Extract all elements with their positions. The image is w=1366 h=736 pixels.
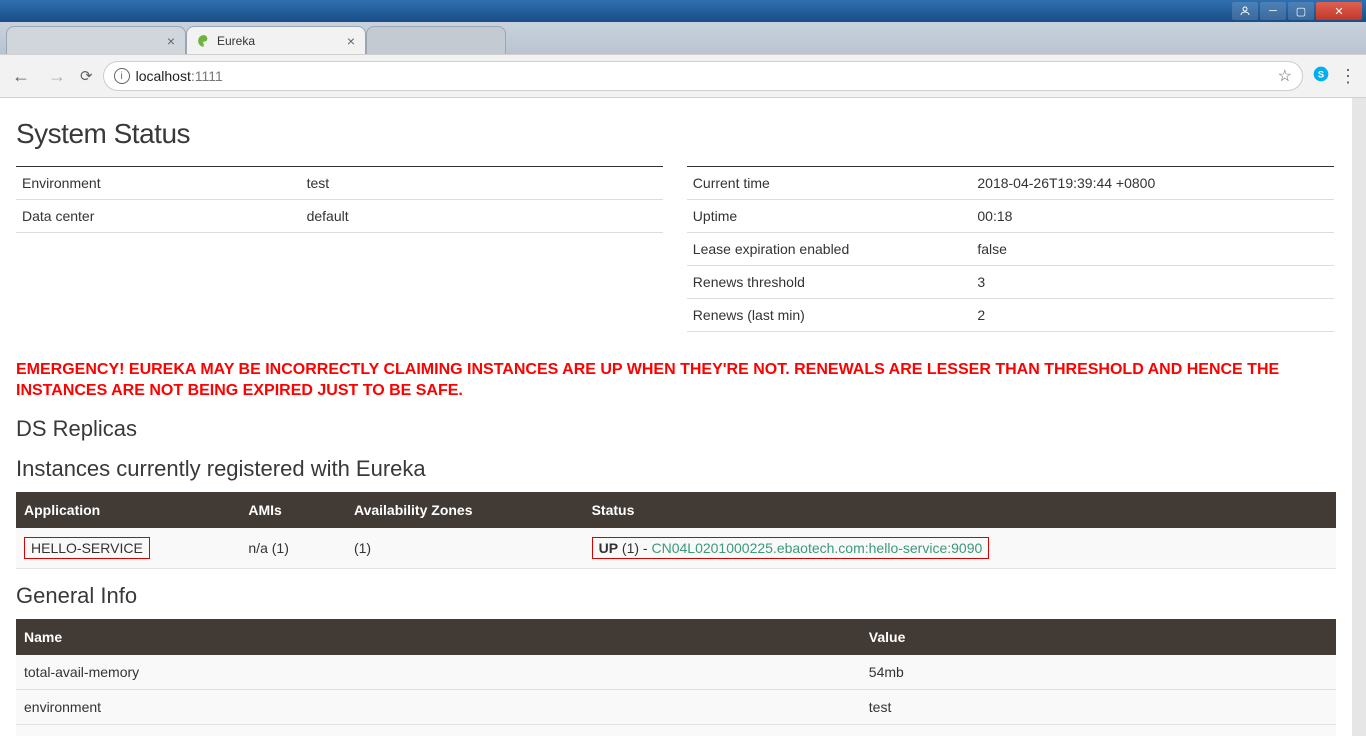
instance-link[interactable]: CN04L0201000225.ebaotech.com:hello-servi… bbox=[651, 540, 982, 556]
col-availability-zones: Availability Zones bbox=[346, 492, 584, 528]
cell-value: 4 bbox=[861, 724, 1336, 736]
status-key: Renews threshold bbox=[687, 266, 972, 299]
address-bar[interactable]: i localhost:1111 ☆ bbox=[103, 61, 1303, 91]
user-icon[interactable] bbox=[1232, 2, 1258, 20]
url-path: :1111 bbox=[191, 68, 223, 84]
close-icon[interactable]: × bbox=[347, 33, 355, 49]
cell-status: UP (1) - CN04L0201000225.ebaotech.com:he… bbox=[584, 528, 1336, 569]
col-amis: AMIs bbox=[240, 492, 346, 528]
table-row: Uptime00:18 bbox=[687, 200, 1334, 233]
emergency-warning: EMERGENCY! EUREKA MAY BE INCORRECTLY CLA… bbox=[16, 360, 1336, 402]
table-row: num-of-cpus4 bbox=[16, 724, 1336, 736]
table-row: HELLO-SERVICE n/a (1)(1) UP (1) - CN04L020… bbox=[16, 528, 1336, 569]
browser-tab[interactable]: × bbox=[6, 26, 186, 54]
table-row: Environmenttest bbox=[16, 167, 663, 200]
col-status: Status bbox=[584, 492, 1336, 528]
page-title: System Status bbox=[16, 118, 1336, 150]
tab-title: Eureka bbox=[217, 34, 255, 48]
table-row: total-avail-memory54mb bbox=[16, 655, 1336, 690]
instances-table: Application AMIs Availability Zones Stat… bbox=[16, 492, 1336, 569]
status-highlight: UP (1) - CN04L0201000225.ebaotech.com:he… bbox=[592, 537, 990, 559]
status-value: 2 bbox=[971, 299, 1333, 332]
status-value: test bbox=[301, 167, 663, 200]
cell-name: num-of-cpus bbox=[16, 724, 861, 736]
table-row: Renews (last min)2 bbox=[687, 299, 1334, 332]
status-key: Environment bbox=[16, 167, 301, 200]
status-value: false bbox=[971, 233, 1333, 266]
reload-button[interactable]: ⟳ bbox=[80, 67, 93, 85]
status-key: Lease expiration enabled bbox=[687, 233, 972, 266]
maximize-button[interactable]: ▢ bbox=[1288, 2, 1314, 20]
application-name-highlight: HELLO-SERVICE bbox=[24, 537, 150, 559]
cell-value: 54mb bbox=[861, 655, 1336, 690]
skype-extension-icon[interactable]: S bbox=[1313, 66, 1329, 87]
close-button[interactable]: ✕ bbox=[1316, 2, 1362, 20]
table-row: Data centerdefault bbox=[16, 200, 663, 233]
scrollbar-track[interactable] bbox=[1352, 98, 1366, 736]
back-button[interactable]: ← bbox=[8, 66, 34, 87]
status-key: Uptime bbox=[687, 200, 972, 233]
status-key: Data center bbox=[16, 200, 301, 233]
site-info-icon[interactable]: i bbox=[114, 68, 130, 84]
cell-az: (1) bbox=[346, 528, 584, 569]
table-row: environmenttest bbox=[16, 689, 1336, 724]
svg-text:S: S bbox=[1318, 69, 1324, 79]
close-icon[interactable]: × bbox=[167, 33, 175, 49]
browser-tab-active[interactable]: Eureka × bbox=[186, 26, 366, 54]
cell-application: HELLO-SERVICE bbox=[16, 528, 240, 569]
table-row: Current time2018-04-26T19:39:44 +0800 bbox=[687, 167, 1334, 200]
status-key: Renews (last min) bbox=[687, 299, 972, 332]
cell-amis: n/a (1) bbox=[240, 528, 346, 569]
instances-heading: Instances currently registered with Eure… bbox=[16, 456, 1336, 482]
table-row: Renews threshold3 bbox=[687, 266, 1334, 299]
forward-button[interactable]: → bbox=[44, 66, 70, 87]
table-row: Lease expiration enabledfalse bbox=[687, 233, 1334, 266]
col-value: Value bbox=[861, 619, 1336, 655]
general-info-heading: General Info bbox=[16, 583, 1336, 609]
bookmark-star-icon[interactable]: ☆ bbox=[1278, 66, 1292, 86]
browser-menu-button[interactable]: ⋮ bbox=[1339, 66, 1358, 87]
cell-name: total-avail-memory bbox=[16, 655, 861, 690]
spring-leaf-icon bbox=[197, 34, 211, 48]
general-info-table: Name Value total-avail-memory54mbenviron… bbox=[16, 619, 1336, 736]
status-value: 2018-04-26T19:39:44 +0800 bbox=[971, 167, 1333, 200]
status-up-label: UP bbox=[599, 540, 618, 556]
status-key: Current time bbox=[687, 167, 972, 200]
system-status-left-table: EnvironmenttestData centerdefault bbox=[16, 166, 663, 233]
scrollbar-thumb[interactable] bbox=[1352, 98, 1366, 258]
col-application: Application bbox=[16, 492, 240, 528]
cell-value: test bbox=[861, 689, 1336, 724]
tab-strip: × Eureka × bbox=[0, 22, 1366, 54]
url-host: localhost bbox=[136, 68, 191, 84]
status-value: 00:18 bbox=[971, 200, 1333, 233]
status-value: 3 bbox=[971, 266, 1333, 299]
system-status-right-table: Current time2018-04-26T19:39:44 +0800Upt… bbox=[687, 166, 1334, 332]
ds-replicas-heading: DS Replicas bbox=[16, 416, 1336, 442]
status-value: default bbox=[301, 200, 663, 233]
browser-tab-ghost[interactable] bbox=[366, 26, 506, 54]
address-bar-row: ← → ⟳ i localhost:1111 ☆ S ⋮ bbox=[0, 54, 1366, 98]
col-name: Name bbox=[16, 619, 861, 655]
cell-name: environment bbox=[16, 689, 861, 724]
window-controls: ─ ▢ ✕ bbox=[0, 0, 1366, 22]
minimize-button[interactable]: ─ bbox=[1260, 2, 1286, 20]
